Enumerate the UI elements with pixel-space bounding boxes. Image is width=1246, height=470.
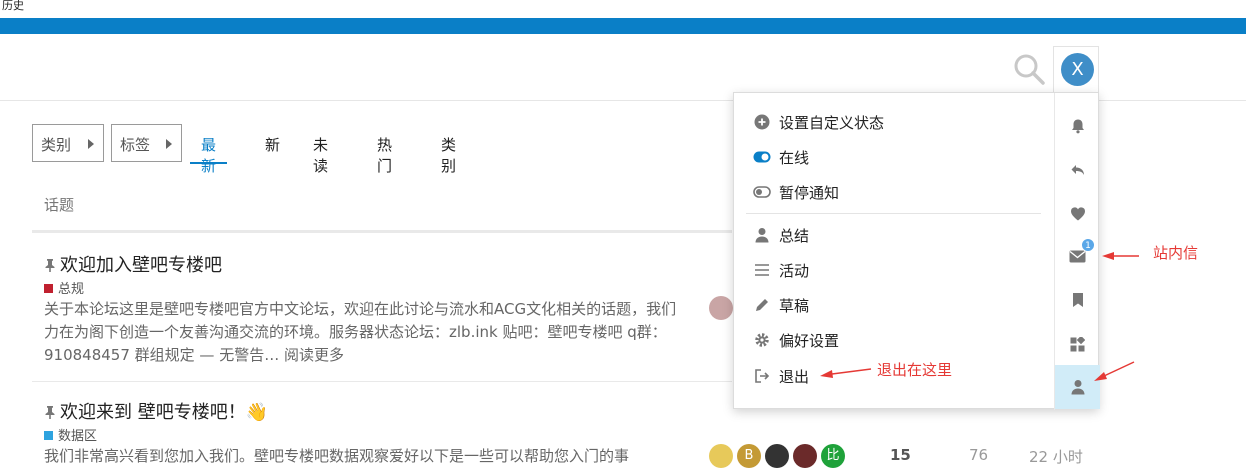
arrow-to-profile-tab: [1094, 361, 1135, 381]
arrow-to-logout: [820, 368, 872, 378]
annotation-arrows: [820, 252, 1139, 381]
arrow-to-messages: [1102, 252, 1139, 260]
